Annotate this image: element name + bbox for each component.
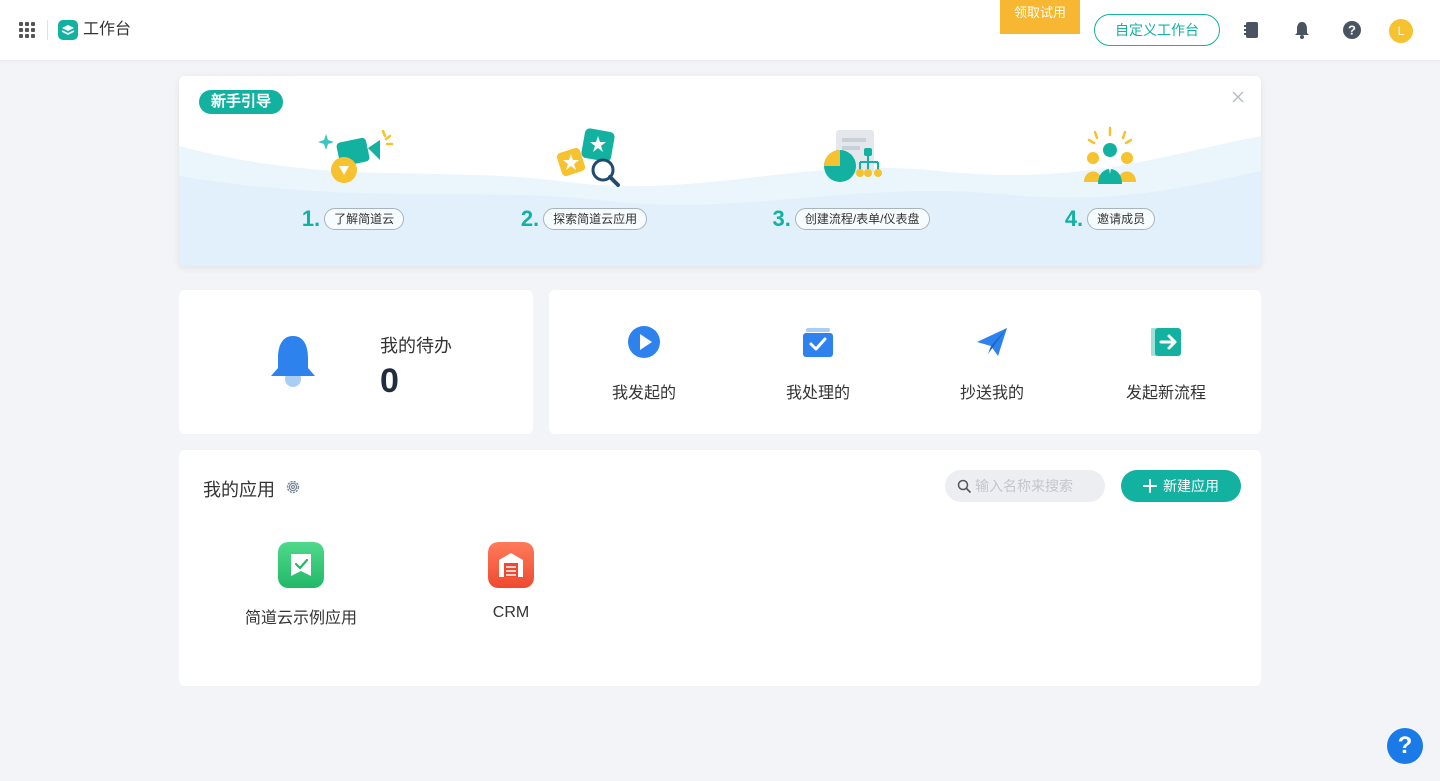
play-circle-icon (628, 326, 660, 358)
guide-step-1[interactable]: 1. 了解简道云 (253, 126, 453, 236)
guide-step-2[interactable]: 2. 探索简道云应用 (484, 126, 684, 236)
gear-icon[interactable] (284, 478, 302, 496)
flow-initiated-by-me[interactable]: 我发起的 (574, 324, 714, 404)
app-search (945, 470, 1105, 502)
guide-tag: 新手引导 (199, 90, 283, 114)
my-apps-card: 我的应用 新建应用 简道云示例应用 (179, 450, 1261, 686)
close-icon[interactable] (1231, 90, 1245, 104)
todo-count: 0 (380, 362, 399, 400)
zigzag-edge (1000, 27, 1080, 31)
step-label[interactable]: 了解简道云 (324, 208, 405, 230)
my-todo-card[interactable]: 我的待办 0 (179, 290, 533, 434)
trial-label: 领取试用 (1013, 5, 1066, 20)
step-number: 3. (772, 206, 791, 231)
notebook-icon[interactable] (1241, 19, 1263, 41)
divider (47, 20, 48, 40)
explore-apps-icon (556, 128, 620, 187)
search-icon (957, 479, 971, 493)
todo-label: 我的待办 (380, 336, 452, 356)
enter-door-icon (1151, 328, 1181, 356)
customize-workbench-button[interactable]: 自定义工作台 (1094, 14, 1220, 46)
apps-grid-icon[interactable] (19, 22, 35, 38)
step-label[interactable]: 探索简道云应用 (543, 208, 648, 230)
app-name: CRM (492, 604, 530, 621)
guide-step-3[interactable]: 3. 创建流程/表单/仪表盘 (751, 126, 951, 236)
checkbox-tray-icon (803, 328, 833, 357)
step-number: 4. (1064, 206, 1084, 231)
step-number: 2. (520, 206, 540, 231)
bell-icon[interactable] (1291, 19, 1313, 41)
beginner-guide-card: 新手引导 1. 了解简道云 2. 探索简道云应用 3. 创建流程/表单/仪表盘 … (179, 76, 1261, 266)
top-bar: 工作台 领取试用 自定义工作台 ? L (0, 0, 1440, 60)
avatar[interactable]: L (1389, 19, 1413, 43)
step-label[interactable]: 创建流程/表单/仪表盘 (794, 208, 930, 230)
svg-text:?: ? (1348, 23, 1356, 38)
search-input[interactable] (975, 470, 1097, 502)
app-name: 简道云示例应用 (244, 610, 357, 627)
paper-plane-icon (977, 328, 1007, 356)
flow-cc-to-me[interactable]: 抄送我的 (922, 324, 1062, 404)
flow-form-dashboard-icon (824, 130, 882, 182)
invite-members-icon (1084, 126, 1136, 184)
app-tile-crm[interactable]: CRM (431, 542, 591, 632)
flow-handled-by-me[interactable]: 我处理的 (748, 324, 888, 404)
process-shortcuts-card: 我发起的 我处理的 抄送我的 发起新流程 (549, 290, 1261, 434)
flow-label: 我处理的 (785, 385, 850, 402)
logo-icon (58, 20, 78, 40)
help-float-button[interactable]: ? (1387, 728, 1423, 764)
app-title: 工作台 (83, 21, 132, 38)
flow-label: 我发起的 (611, 385, 676, 402)
step-number: 1. (301, 206, 321, 231)
flow-label: 抄送我的 (959, 385, 1024, 402)
apps-title: 我的应用 (203, 480, 275, 500)
trial-badge[interactable]: 领取试用 (1000, 0, 1080, 34)
new-app-label: 新建应用 (1163, 478, 1219, 494)
flow-label: 发起新流程 (1125, 385, 1206, 402)
plus-icon (1143, 479, 1157, 493)
warehouse-icon (488, 542, 534, 588)
video-camera-icon (318, 129, 394, 183)
flow-start-new[interactable]: 发起新流程 (1096, 324, 1236, 404)
todo-bell-icon (271, 336, 315, 387)
app-tile-demo[interactable]: 简道云示例应用 (221, 542, 381, 632)
guide-step-4[interactable]: 4. 邀请成员 (1010, 126, 1210, 236)
bookmark-check-icon (278, 542, 324, 588)
help-icon[interactable]: ? (1341, 19, 1363, 41)
new-app-button[interactable]: 新建应用 (1121, 470, 1241, 502)
step-label[interactable]: 邀请成员 (1087, 208, 1156, 230)
